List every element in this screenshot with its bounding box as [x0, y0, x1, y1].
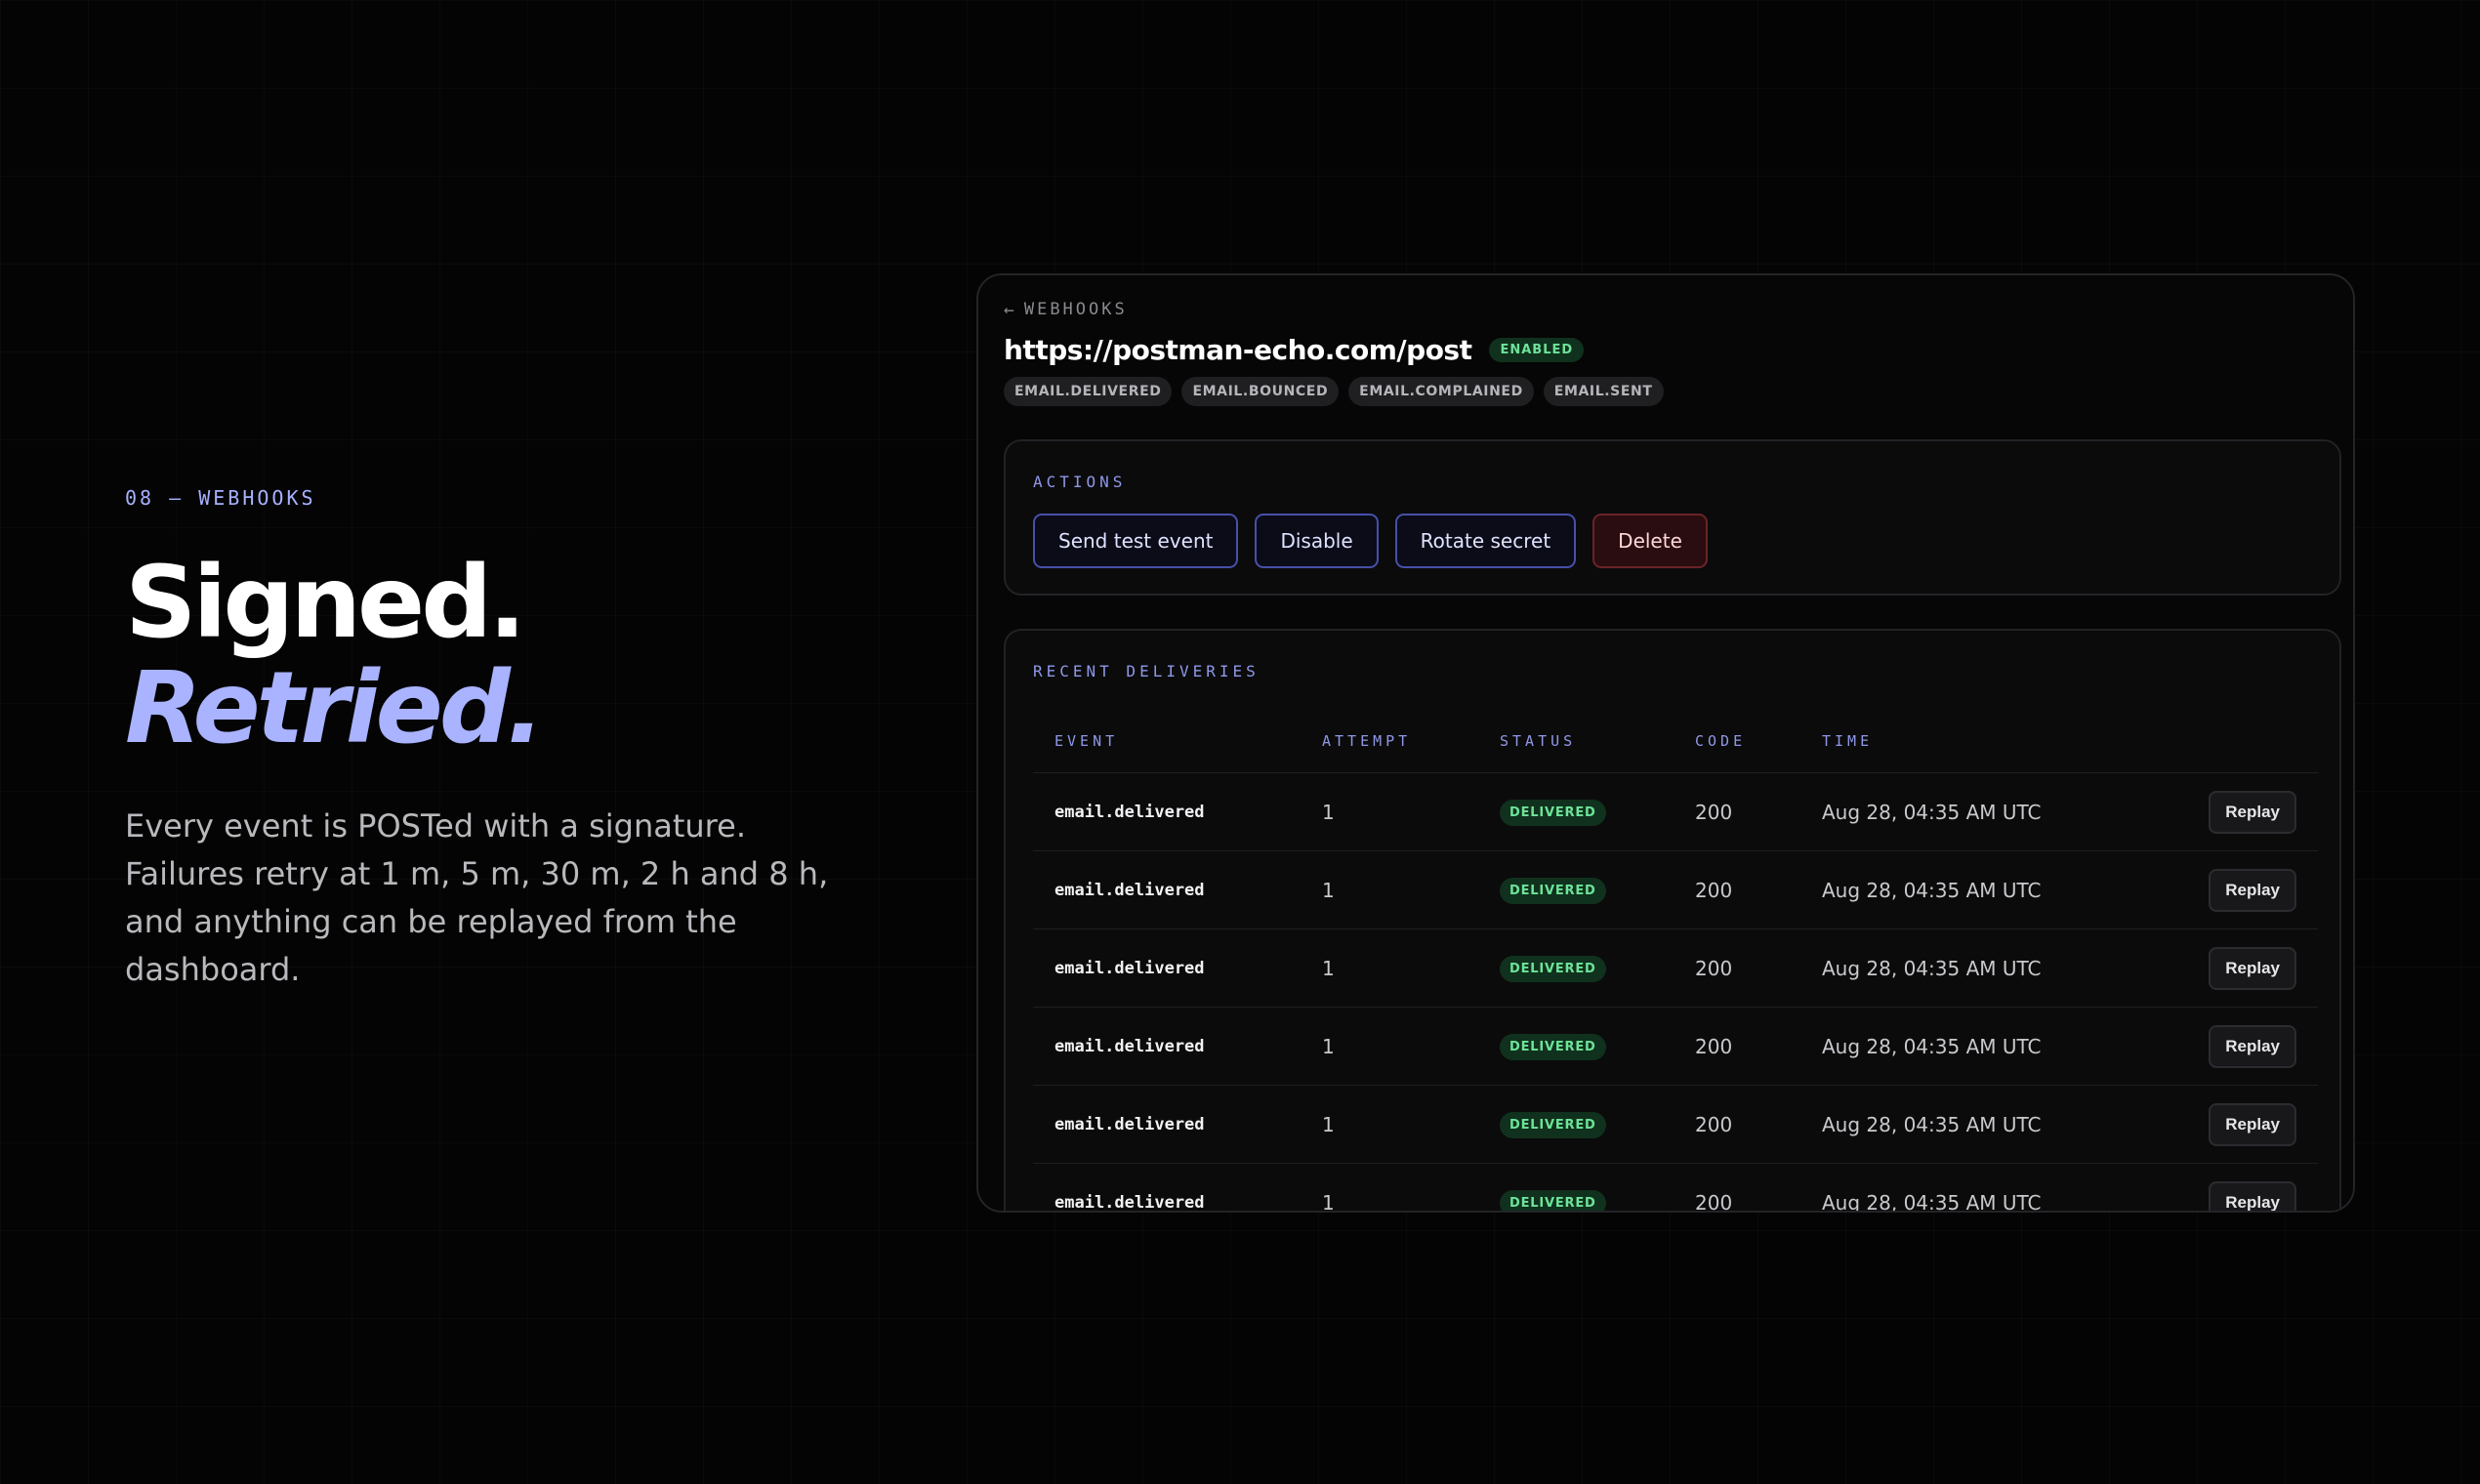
row-status: DELIVERED	[1500, 929, 1606, 1008]
table-row: email.delivered 1 DELIVERED 200 Aug 28, …	[1033, 1164, 2318, 1213]
row-code: 200	[1695, 879, 1733, 902]
status-badge: DELIVERED	[1500, 955, 1606, 982]
row-status: DELIVERED	[1500, 1086, 1606, 1164]
row-event: email.delivered	[1054, 881, 1205, 900]
column-header-event: EVENT	[1054, 732, 1119, 750]
hero-description: Every event is POSTed with a signature. …	[125, 807, 829, 988]
row-action: Replay	[2209, 1008, 2296, 1086]
actions-card: ACTIONS Send test event Disable Rotate s…	[1004, 439, 2341, 596]
table-row: email.delivered 1 DELIVERED 200 Aug 28, …	[1033, 929, 2318, 1008]
row-status: DELIVERED	[1500, 851, 1606, 929]
row-attempt: 1	[1322, 879, 1335, 902]
row-event: email.delivered	[1054, 959, 1205, 978]
send-test-event-button[interactable]: Send test event	[1033, 514, 1239, 568]
table-row: email.delivered 1 DELIVERED 200 Aug 28, …	[1033, 1008, 2318, 1086]
column-header-code: CODE	[1695, 732, 1747, 750]
row-attempt: 1	[1322, 957, 1335, 980]
status-badge: DELIVERED	[1500, 877, 1606, 904]
row-event: email.delivered	[1054, 803, 1205, 822]
row-code: 200	[1695, 957, 1733, 980]
row-event: email.delivered	[1054, 1115, 1205, 1134]
endpoint-header: https://postman-echo.com/post ENABLED	[1004, 330, 1585, 369]
row-time: Aug 28, 04:35 AM UTC	[1822, 1113, 2042, 1136]
replay-button[interactable]: Replay	[2209, 1181, 2296, 1211]
row-status: DELIVERED	[1500, 1008, 1606, 1086]
status-badge: ENABLED	[1489, 337, 1585, 362]
breadcrumb[interactable]: ← WEBHOOKS	[1004, 297, 1128, 322]
arrow-left-icon: ←	[1004, 299, 1014, 320]
event-tag: EMAIL.BOUNCED	[1181, 377, 1340, 406]
row-time: Aug 28, 04:35 AM UTC	[1822, 1191, 2042, 1213]
replay-button[interactable]: Replay	[2209, 791, 2296, 834]
headline-line-1: Signed.	[125, 545, 526, 661]
row-action: Replay	[2209, 1164, 2296, 1211]
breadcrumb-webhooks[interactable]: WEBHOOKS	[1024, 300, 1128, 319]
disable-button[interactable]: Disable	[1255, 514, 1379, 568]
row-event: email.delivered	[1054, 1193, 1205, 1213]
row-action: Replay	[2209, 929, 2296, 1008]
row-attempt: 1	[1322, 1191, 1335, 1213]
webhook-detail-panel: ← WEBHOOKS https://postman-echo.com/post…	[976, 273, 2355, 1213]
row-status: DELIVERED	[1500, 773, 1606, 851]
table-row: email.delivered 1 DELIVERED 200 Aug 28, …	[1033, 1086, 2318, 1164]
hero-section: 08 — WEBHOOKS Signed. Retried. Every eve…	[125, 484, 887, 994]
column-header-attempt: ATTEMPT	[1322, 732, 1412, 750]
row-time: Aug 28, 04:35 AM UTC	[1822, 801, 2042, 824]
row-action: Replay	[2209, 773, 2296, 851]
event-tag: EMAIL.SENT	[1543, 377, 1664, 406]
replay-button[interactable]: Replay	[2209, 1025, 2296, 1068]
replay-button[interactable]: Replay	[2209, 947, 2296, 990]
row-attempt: 1	[1322, 1113, 1335, 1136]
row-code: 200	[1695, 1113, 1733, 1136]
event-tag: EMAIL.DELIVERED	[1004, 377, 1173, 406]
deliveries-title: RECENT DELIVERIES	[1033, 662, 1260, 680]
row-time: Aug 28, 04:35 AM UTC	[1822, 1035, 2042, 1058]
row-attempt: 1	[1322, 801, 1335, 824]
column-header-status: STATUS	[1500, 732, 1577, 750]
replay-button[interactable]: Replay	[2209, 869, 2296, 912]
row-action: Replay	[2209, 1086, 2296, 1164]
status-badge: DELIVERED	[1500, 1111, 1606, 1138]
row-action: Replay	[2209, 851, 2296, 929]
row-code: 200	[1695, 801, 1733, 824]
table-row: email.delivered 1 DELIVERED 200 Aug 28, …	[1033, 773, 2318, 851]
endpoint-url: https://postman-echo.com/post	[1004, 333, 1472, 366]
status-badge: DELIVERED	[1500, 1033, 1606, 1060]
row-attempt: 1	[1322, 1035, 1335, 1058]
replay-button[interactable]: Replay	[2209, 1103, 2296, 1146]
headline-line-2: Retried.	[125, 650, 545, 766]
event-tags: EMAIL.DELIVERED EMAIL.BOUNCED EMAIL.COMP…	[1004, 377, 1664, 406]
headline: Signed. Retried.	[125, 551, 887, 762]
column-header-time: TIME	[1822, 732, 1874, 750]
row-time: Aug 28, 04:35 AM UTC	[1822, 879, 2042, 902]
row-code: 200	[1695, 1035, 1733, 1058]
rotate-secret-button[interactable]: Rotate secret	[1394, 514, 1577, 568]
status-badge: DELIVERED	[1500, 1189, 1606, 1211]
table-header: EVENT ATTEMPT STATUS CODE TIME	[1033, 719, 2318, 773]
row-event: email.delivered	[1054, 1037, 1205, 1056]
delete-button[interactable]: Delete	[1592, 514, 1708, 568]
section-eyebrow: 08 — WEBHOOKS	[125, 486, 316, 510]
row-status: DELIVERED	[1500, 1164, 1606, 1211]
deliveries-table-body: email.delivered 1 DELIVERED 200 Aug 28, …	[1033, 773, 2318, 1213]
event-tag: EMAIL.COMPLAINED	[1348, 377, 1534, 406]
row-time: Aug 28, 04:35 AM UTC	[1822, 957, 2042, 980]
actions-title: ACTIONS	[1033, 473, 1127, 491]
actions-row: Send test event Disable Rotate secret De…	[1033, 514, 1708, 568]
recent-deliveries-card: RECENT DELIVERIES EVENT ATTEMPT STATUS C…	[1004, 629, 2341, 1213]
status-badge: DELIVERED	[1500, 799, 1606, 826]
row-code: 200	[1695, 1191, 1733, 1213]
table-row: email.delivered 1 DELIVERED 200 Aug 28, …	[1033, 851, 2318, 929]
